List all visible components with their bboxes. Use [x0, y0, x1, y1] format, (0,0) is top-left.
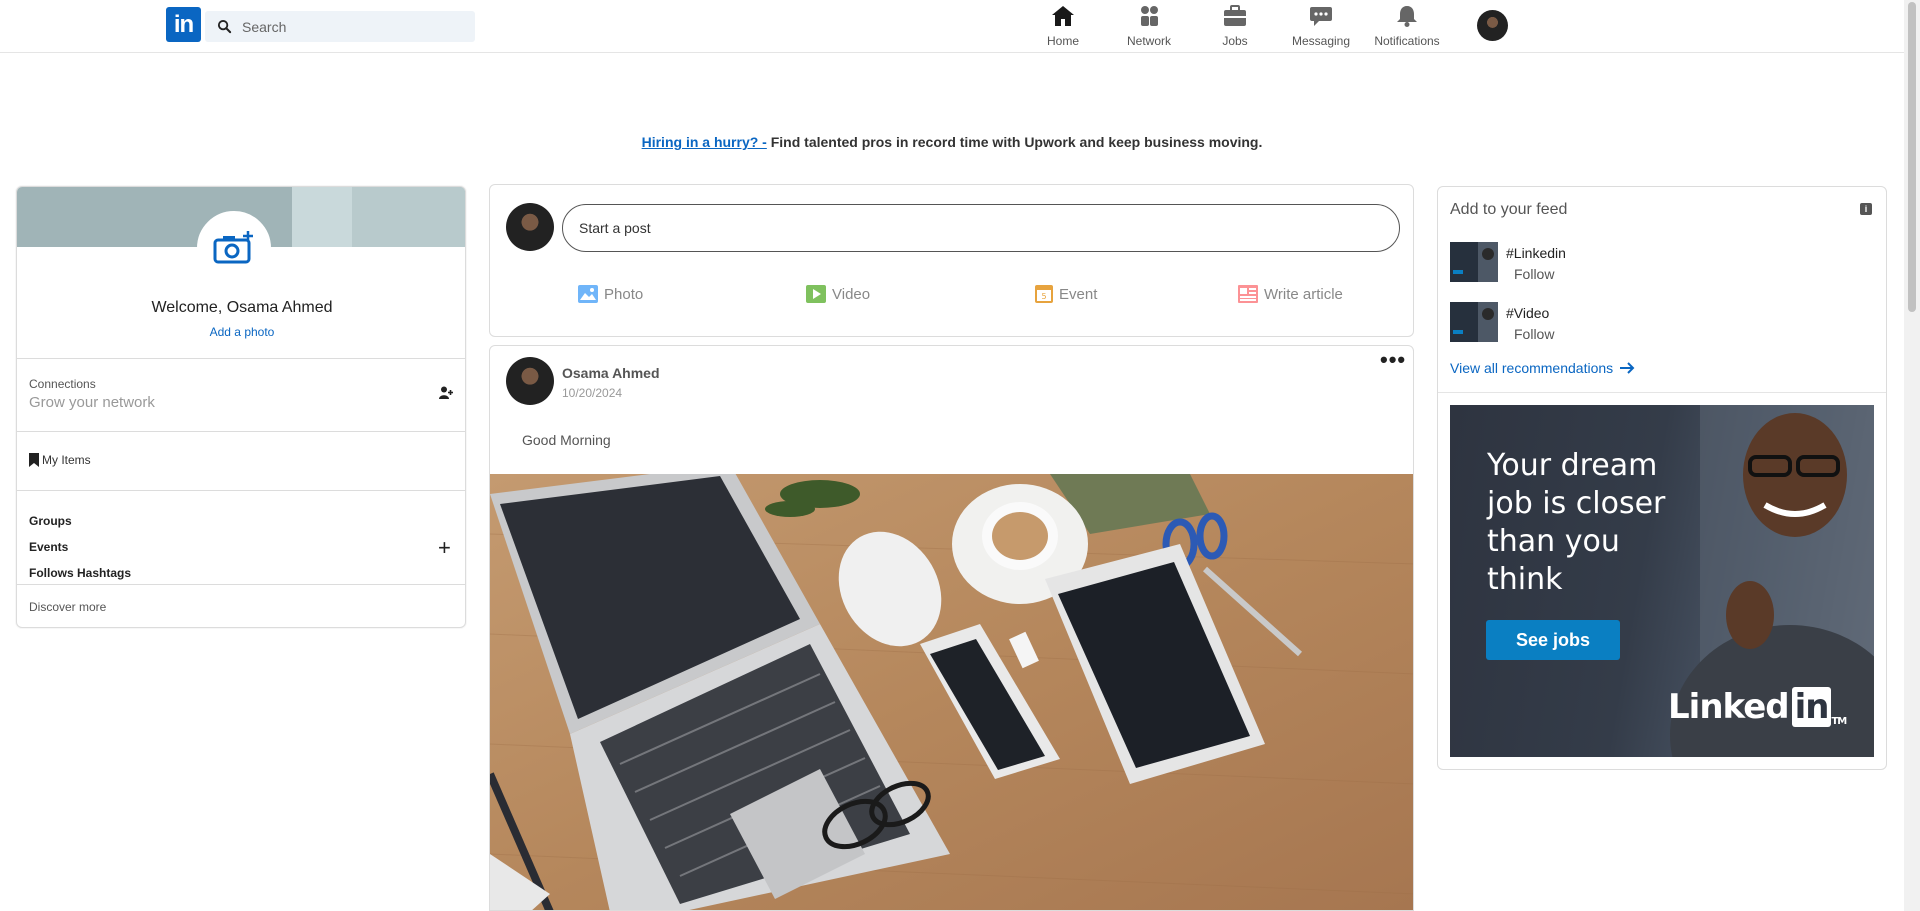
search-input[interactable]: [242, 18, 462, 35]
start-post-button[interactable]: Start a post: [562, 204, 1400, 252]
post-author-name[interactable]: Osama Ahmed: [562, 365, 660, 381]
scrollbar-thumb[interactable]: [1908, 2, 1916, 312]
jobs-icon: [1222, 4, 1248, 28]
nav-network-label: Network: [1126, 34, 1171, 48]
post-date: 10/20/2024: [562, 386, 623, 400]
post-composer: Start a post Photo Video 5 Event Write a…: [489, 184, 1414, 337]
promo-text: Find talented pros in record time with U…: [766, 134, 1263, 150]
promo-link[interactable]: Hiring in a hurry? -: [642, 134, 767, 150]
info-icon[interactable]: i: [1860, 203, 1872, 215]
profile-card: Welcome, Osama Ahmed Add a photo Connect…: [16, 186, 466, 628]
post-image[interactable]: [490, 464, 1413, 910]
video-icon: [806, 285, 826, 303]
follow-button[interactable]: Follow: [1514, 266, 1554, 282]
groups-link[interactable]: Groups: [29, 514, 72, 528]
event-label: Event: [1059, 285, 1098, 303]
follows-hashtags-link[interactable]: Follows Hashtags: [29, 566, 131, 580]
search-box[interactable]: [205, 11, 475, 42]
my-items-link[interactable]: My Items: [29, 453, 91, 467]
arrow-right-icon: [1620, 362, 1635, 374]
nav-jobs-label: Jobs: [1222, 34, 1248, 48]
divider: [17, 490, 465, 491]
video-label: Video: [832, 285, 871, 303]
my-items-label: My Items: [42, 453, 91, 467]
promo-banner: Hiring in a hurry? - Find talented pros …: [0, 134, 1904, 150]
see-jobs-button[interactable]: See jobs: [1486, 620, 1620, 660]
main-nav: Home Network Jobs Messaging Notification…: [1020, 4, 1450, 48]
divider: [1438, 392, 1886, 393]
nav-messaging-label: Messaging: [1291, 34, 1351, 48]
nav-messaging[interactable]: Messaging: [1278, 4, 1364, 48]
photo-button[interactable]: Photo: [578, 285, 643, 303]
home-icon: [1050, 4, 1076, 28]
nav-jobs[interactable]: Jobs: [1192, 4, 1278, 48]
composer-actions: Photo Video 5 Event Write article: [490, 285, 1415, 315]
connections-label[interactable]: Connections: [29, 377, 96, 391]
svg-text:5: 5: [1041, 292, 1046, 301]
page-scrollbar[interactable]: [1904, 0, 1920, 911]
discover-more-link[interactable]: Discover more: [29, 600, 106, 614]
event-button[interactable]: 5 Event: [1035, 285, 1097, 303]
notifications-icon: [1394, 4, 1420, 28]
rec-thumbnail[interactable]: [1450, 242, 1498, 282]
add-photo-button[interactable]: [197, 211, 271, 285]
user-avatar[interactable]: [1477, 10, 1508, 41]
nav-notifications-label: Notifications: [1374, 34, 1440, 48]
nav-home-label: Home: [1046, 34, 1079, 48]
photo-label: Photo: [604, 285, 644, 303]
linkedin-wordmark: Linked in TM: [1668, 687, 1847, 727]
nav-home[interactable]: Home: [1020, 4, 1106, 48]
search-icon: [217, 19, 232, 34]
write-article-label: Write article: [1264, 285, 1343, 303]
network-icon: [1136, 4, 1162, 28]
post-text: Good Morning: [522, 432, 611, 448]
add-event-icon[interactable]: +: [438, 537, 451, 559]
bookmark-icon: [29, 453, 39, 467]
article-icon: [1238, 285, 1258, 303]
linkedin-logo[interactable]: in: [166, 7, 201, 42]
divider: [17, 431, 465, 432]
divider: [17, 584, 465, 585]
add-to-feed-title: Add to your feed: [1450, 201, 1568, 218]
feed-post: Osama Ahmed 10/20/2024 ••• Good Morning: [489, 345, 1414, 911]
rec-thumbnail[interactable]: [1450, 302, 1498, 342]
top-nav-bar: in Home Network Jobs Messagin: [0, 0, 1904, 53]
events-link[interactable]: Events: [29, 540, 68, 554]
post-author-avatar[interactable]: [506, 357, 554, 405]
view-all-recommendations-link[interactable]: View all recommendations: [1450, 360, 1635, 376]
job-ad-banner[interactable]: Your dream job is closer than you think …: [1450, 405, 1874, 757]
photo-icon: [578, 285, 598, 303]
nav-notifications[interactable]: Notifications: [1364, 4, 1450, 48]
add-photo-link[interactable]: Add a photo: [17, 325, 465, 339]
nav-network[interactable]: Network: [1106, 4, 1192, 48]
camera-plus-icon: [213, 231, 253, 264]
video-button[interactable]: Video: [806, 285, 870, 303]
welcome-text: Welcome, Osama Ahmed: [151, 299, 333, 316]
follow-button[interactable]: Follow: [1514, 326, 1554, 342]
rec-hashtag[interactable]: #Linkedin: [1506, 245, 1566, 261]
messaging-icon: [1308, 4, 1334, 28]
grow-network-text[interactable]: Grow your network: [29, 394, 155, 411]
add-to-feed-card: Add to your feed i #Linkedin Follow #Vid…: [1437, 186, 1887, 770]
write-article-button[interactable]: Write article: [1238, 285, 1343, 303]
divider: [17, 358, 465, 359]
view-all-label: View all recommendations: [1450, 360, 1614, 376]
add-person-icon[interactable]: [439, 386, 453, 400]
composer-avatar: [506, 203, 554, 251]
event-icon: 5: [1035, 285, 1053, 303]
rec-hashtag[interactable]: #Video: [1506, 305, 1549, 321]
ad-headline: Your dream job is closer than you think: [1487, 448, 1666, 597]
more-options-icon[interactable]: •••: [1380, 347, 1406, 373]
